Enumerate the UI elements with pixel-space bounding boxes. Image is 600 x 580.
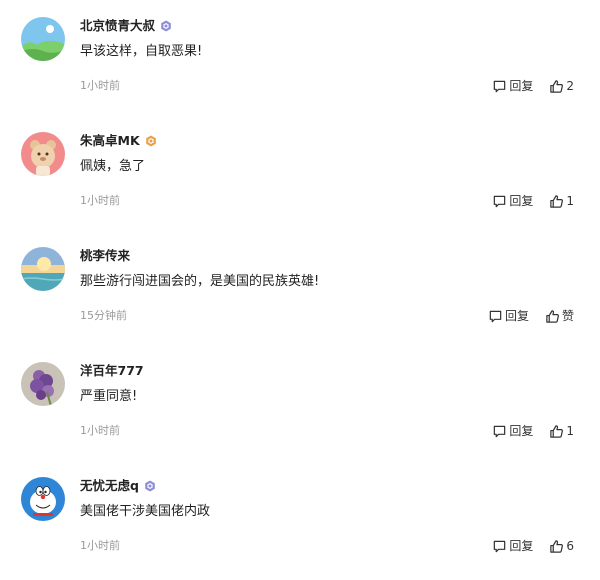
reply-button[interactable]: 回复: [492, 191, 533, 211]
comment-text: 早该这样，自取恶果!: [80, 44, 203, 59]
comment-item: 洋百年777 严重同意! 1小时前 回复 1: [0, 345, 600, 460]
like-count: 2: [566, 79, 574, 93]
comment-time: 1小时前: [80, 424, 120, 437]
like-button[interactable]: 2: [549, 76, 574, 96]
reply-button[interactable]: 回复: [488, 306, 529, 326]
reply-bubble-icon: [489, 310, 502, 322]
comment-item: 朱高卓MK 佩姨，急了 1小时前 回复 1: [0, 115, 600, 230]
reply-label: 回复: [509, 194, 534, 208]
thumbs-up-icon: [546, 309, 559, 323]
user-avatar[interactable]: [21, 132, 65, 176]
user-level-badge-icon: [145, 135, 157, 147]
comment-text: 那些游行闯进国会的，是美国的民族英雄!: [80, 274, 320, 289]
sunset-sea-avatar-icon: [21, 247, 65, 291]
username[interactable]: 北京愤青大叔: [80, 16, 155, 36]
user-level-badge-icon: [160, 20, 172, 32]
like-count: 1: [566, 424, 574, 438]
lilac-flower-avatar-icon: [21, 362, 65, 406]
thumbs-up-icon: [550, 194, 564, 208]
username[interactable]: 桃李传来: [80, 246, 130, 266]
user-avatar[interactable]: [21, 477, 65, 521]
reply-label: 回复: [504, 309, 529, 323]
reply-label: 回复: [509, 424, 534, 438]
comment-item: 北京愤青大叔 早该这样，自取恶果! 1小时前 回复 2: [0, 0, 600, 115]
comment-item: 桃李传来 那些游行闯进国会的，是美国的民族英雄! 15分钟前 回复 赞: [0, 230, 600, 345]
reply-label: 回复: [509, 79, 534, 93]
user-avatar[interactable]: [21, 17, 65, 61]
comment-text: 美国佬干涉美国佬内政: [80, 504, 211, 519]
reply-bubble-icon: [494, 540, 506, 552]
thumbs-up-icon: [550, 424, 564, 438]
comment-text: 佩姨，急了: [80, 159, 146, 174]
like-button[interactable]: 1: [549, 421, 574, 441]
user-level-badge-icon: [144, 480, 156, 492]
thumbs-up-icon: [550, 79, 564, 93]
landscape-avatar-icon: [21, 17, 65, 61]
user-avatar[interactable]: [21, 247, 65, 291]
like-count: 赞: [561, 309, 574, 323]
comment-item: 无忧无虑q 美国佬干涉美国佬内政 1小时前 回复 6: [0, 460, 600, 575]
comment-time: 1小时前: [80, 79, 120, 92]
thumbs-up-icon: [550, 539, 564, 553]
reply-bubble-icon: [494, 195, 506, 207]
comment-time: 1小时前: [80, 539, 120, 552]
comment-time: 1小时前: [80, 194, 120, 207]
like-button[interactable]: 6: [549, 536, 574, 556]
username[interactable]: 无忧无虑q: [80, 476, 139, 496]
username[interactable]: 洋百年777: [80, 361, 144, 381]
reply-label: 回复: [509, 539, 534, 553]
reply-bubble-icon: [494, 425, 506, 437]
reply-button[interactable]: 回复: [492, 421, 533, 441]
bear-avatar-icon: [21, 132, 65, 176]
doraemon-avatar-icon: [21, 477, 65, 521]
username[interactable]: 朱高卓MK: [80, 131, 140, 151]
user-avatar[interactable]: [21, 362, 65, 406]
comment-time: 15分钟前: [80, 309, 127, 322]
reply-button[interactable]: 回复: [492, 76, 533, 96]
like-count: 6: [566, 539, 574, 553]
reply-bubble-icon: [494, 80, 506, 92]
reply-button[interactable]: 回复: [492, 536, 533, 556]
like-button[interactable]: 1: [549, 191, 574, 211]
like-count: 1: [566, 194, 574, 208]
comment-text: 严重同意!: [80, 389, 138, 404]
like-button[interactable]: 赞: [545, 306, 574, 326]
